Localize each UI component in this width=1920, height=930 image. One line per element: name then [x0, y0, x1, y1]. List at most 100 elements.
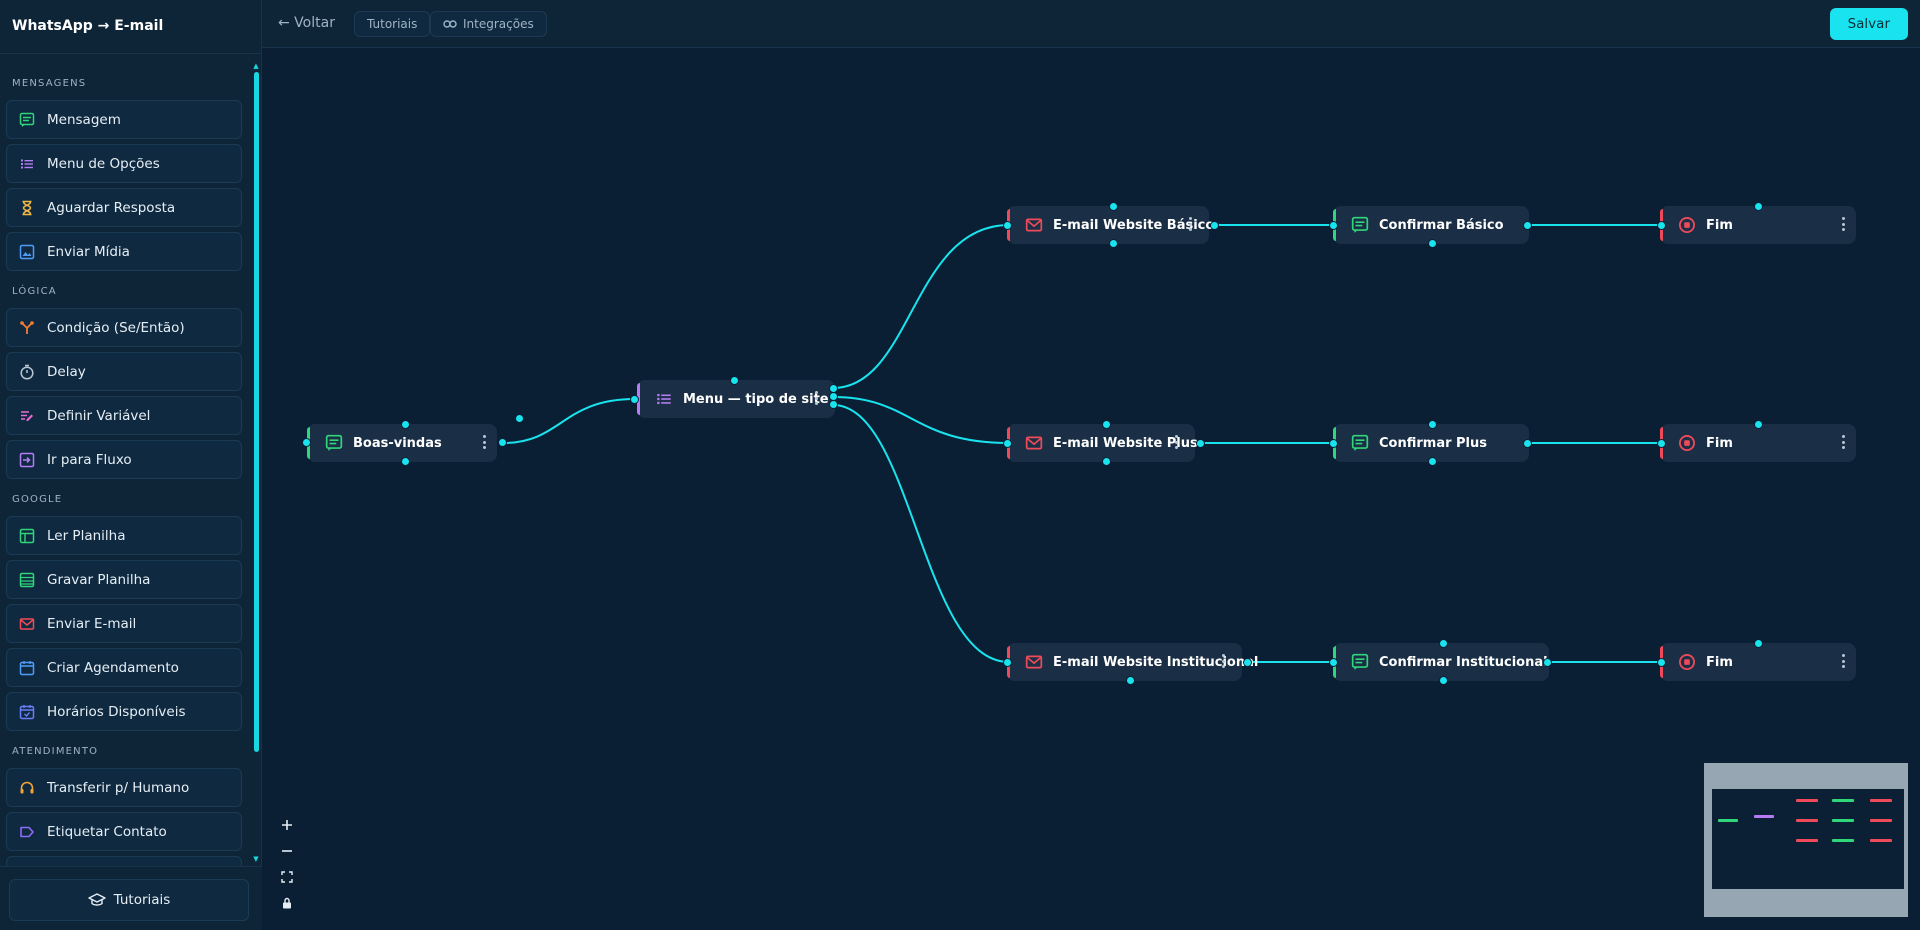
- sheet-read-icon: [19, 528, 35, 544]
- palette-item-etiquetar-contato[interactable]: Etiquetar Contato: [6, 812, 242, 851]
- handle-output[interactable]: [1196, 439, 1205, 448]
- minimap-node: [1870, 839, 1892, 842]
- message-icon: [19, 112, 35, 128]
- handle-top[interactable]: [1754, 202, 1763, 211]
- handle-input[interactable]: [630, 395, 639, 404]
- palette-item-label: Ir para Fluxo: [47, 451, 132, 468]
- handle-input[interactable]: [1003, 658, 1012, 667]
- palette-item-enviar-email[interactable]: Enviar E-mail: [6, 604, 242, 643]
- integrations-button[interactable]: Integrações: [430, 11, 547, 37]
- handle-top[interactable]: [401, 420, 410, 429]
- sidebar-scrollbar-thumb[interactable]: [254, 72, 259, 752]
- node-menu-tipo-de-site[interactable]: Menu — tipo de site: [637, 380, 835, 418]
- handle-bottom[interactable]: [1102, 457, 1111, 466]
- palette-item-aguardar-resposta[interactable]: Aguardar Resposta: [6, 188, 242, 227]
- flow-canvas[interactable]: Boas-vindas Menu — tipo de site E-mail W…: [262, 48, 1920, 930]
- handle-output[interactable]: [498, 438, 507, 447]
- palette-item-label: Horários Disponíveis: [47, 703, 186, 720]
- sidebar-tutorials-button[interactable]: Tutoriais: [9, 879, 249, 921]
- minimap[interactable]: [1704, 763, 1908, 917]
- node-label: Fim: [1706, 435, 1733, 451]
- handle-output-3[interactable]: [829, 400, 838, 409]
- minimap-node: [1796, 819, 1818, 822]
- handle-output[interactable]: [1543, 658, 1552, 667]
- handle-input[interactable]: [1003, 439, 1012, 448]
- list-icon: [655, 390, 673, 408]
- scroll-down-arrow[interactable]: ▼: [252, 855, 260, 863]
- palette-item-label: Condição (Se/Então): [47, 319, 185, 336]
- node-menu-icon[interactable]: [1222, 654, 1226, 668]
- node-menu-icon[interactable]: [815, 391, 819, 405]
- handle-output[interactable]: [1523, 439, 1532, 448]
- node-email-website-basico[interactable]: E-mail Website Básico: [1007, 206, 1214, 244]
- handle-top[interactable]: [1428, 420, 1437, 429]
- handle-input[interactable]: [1003, 221, 1012, 230]
- handle-input[interactable]: [1657, 221, 1666, 230]
- handle-top[interactable]: [515, 414, 524, 423]
- handle-bottom[interactable]: [1439, 676, 1448, 685]
- message-icon: [1351, 434, 1369, 452]
- handle-input[interactable]: [1329, 439, 1338, 448]
- node-menu-icon[interactable]: [483, 435, 487, 449]
- palette-item-horarios-disponiveis[interactable]: Horários Disponíveis: [6, 692, 242, 731]
- palette-item-mensagem[interactable]: Mensagem: [6, 100, 242, 139]
- node-fim-3[interactable]: Fim: [1660, 643, 1856, 681]
- save-button[interactable]: Salvar: [1829, 8, 1908, 40]
- palette-item-menu-de-opcoes[interactable]: Menu de Opções: [6, 144, 242, 183]
- minimap-node: [1870, 799, 1892, 802]
- node-menu-icon[interactable]: [1189, 217, 1193, 231]
- node-boas-vindas[interactable]: Boas-vindas: [307, 424, 497, 462]
- handle-output[interactable]: [1210, 221, 1219, 230]
- palette-item-label: Enviar Mídia: [47, 243, 130, 260]
- node-menu-icon[interactable]: [1842, 654, 1846, 668]
- handle-bottom[interactable]: [1109, 239, 1118, 248]
- scroll-up-arrow[interactable]: ▲: [252, 62, 260, 70]
- handle-top[interactable]: [1109, 202, 1118, 211]
- handle-input[interactable]: [1657, 658, 1666, 667]
- handle-output[interactable]: [1523, 221, 1532, 230]
- handle-bottom[interactable]: [1126, 676, 1135, 685]
- handle-top[interactable]: [1754, 420, 1763, 429]
- back-button[interactable]: ← Voltar: [278, 15, 335, 31]
- palette-item-ir-para-fluxo[interactable]: Ir para Fluxo: [6, 440, 242, 479]
- handle-bottom[interactable]: [1428, 457, 1437, 466]
- minimap-node: [1718, 819, 1738, 822]
- node-label: E-mail Website Institucional: [1053, 654, 1259, 670]
- palette-item-criar-agendamento[interactable]: Criar Agendamento: [6, 648, 242, 687]
- node-menu-icon[interactable]: [1175, 435, 1179, 449]
- palette-item-enviar-midia[interactable]: Enviar Mídia: [6, 232, 242, 271]
- handle-input[interactable]: [1329, 658, 1338, 667]
- handle-top[interactable]: [1439, 639, 1448, 648]
- node-label: Confirmar Plus: [1379, 435, 1488, 451]
- handle-input[interactable]: [302, 438, 311, 447]
- node-menu-icon[interactable]: [1842, 435, 1846, 449]
- node-email-website-plus[interactable]: E-mail Website Plus: [1007, 424, 1198, 462]
- tutorials-button[interactable]: Tutoriais: [354, 11, 431, 37]
- sidebar: WhatsApp → E-mail Mensagens Mensagem Men…: [0, 0, 262, 930]
- node-fim-2[interactable]: Fim: [1660, 424, 1856, 462]
- zoom-in-button[interactable]: [274, 812, 300, 838]
- handle-input[interactable]: [1657, 439, 1666, 448]
- handle-bottom[interactable]: [1428, 239, 1437, 248]
- palette-item-label: Delay: [47, 363, 86, 380]
- handle-input[interactable]: [1329, 221, 1338, 230]
- lock-button[interactable]: [274, 890, 300, 916]
- handle-top[interactable]: [1754, 639, 1763, 648]
- palette-item-delay[interactable]: Delay: [6, 352, 242, 391]
- fit-view-button[interactable]: [274, 864, 300, 890]
- node-menu-icon[interactable]: [1842, 217, 1846, 231]
- palette-item-condicao[interactable]: Condição (Se/Então): [6, 308, 242, 347]
- handle-top[interactable]: [730, 376, 739, 385]
- palette-item-transferir-humano[interactable]: Transferir p/ Humano: [6, 768, 242, 807]
- palette-item-ler-planilha[interactable]: Ler Planilha: [6, 516, 242, 555]
- handle-top[interactable]: [1102, 420, 1111, 429]
- palette-item-gravar-planilha[interactable]: Gravar Planilha: [6, 560, 242, 599]
- edge-menu-e3: [832, 404, 1010, 663]
- handle-output[interactable]: [1243, 658, 1252, 667]
- handle-bottom[interactable]: [401, 457, 410, 466]
- zoom-controls: [274, 812, 300, 916]
- node-fim-1[interactable]: Fim: [1660, 206, 1856, 244]
- node-email-website-institucional[interactable]: E-mail Website Institucional: [1007, 643, 1258, 681]
- zoom-out-button[interactable]: [274, 838, 300, 864]
- palette-item-definir-variavel[interactable]: Definir Variável: [6, 396, 242, 435]
